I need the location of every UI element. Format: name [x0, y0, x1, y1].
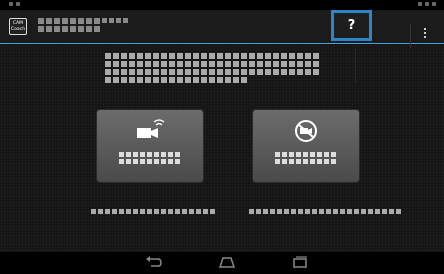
record-description: [91, 209, 215, 214]
record-with-camera-button[interactable]: [97, 110, 203, 182]
recent-apps-icon[interactable]: [289, 255, 311, 271]
app-logo-line2: Coach: [10, 27, 26, 32]
app-logo: CAM Coach: [9, 18, 27, 35]
no-camera-button-label: [275, 152, 337, 166]
record-button-label: [119, 152, 181, 166]
status-bar: [0, 0, 444, 10]
use-without-camera-button[interactable]: [253, 110, 359, 182]
divider-line: [355, 47, 356, 83]
overflow-menu-icon[interactable]: [423, 28, 427, 44]
video-camera-icon: [134, 119, 166, 143]
app-title: [38, 18, 168, 34]
help-button-highlight: ?: [331, 10, 372, 41]
back-arrow-icon[interactable]: [143, 255, 165, 271]
camera-off-icon: [290, 119, 322, 143]
notification-icons: [9, 2, 20, 6]
no-camera-description: [249, 209, 401, 214]
help-button[interactable]: ?: [334, 13, 369, 38]
action-bar: CAM Coach: [0, 10, 444, 48]
intro-text: [105, 53, 335, 85]
navigation-bar: [0, 252, 444, 274]
home-icon[interactable]: [216, 255, 238, 271]
action-bar-divider: [410, 24, 411, 48]
system-icons: [418, 2, 436, 6]
app-screen: CAM Coach ?: [0, 0, 444, 274]
